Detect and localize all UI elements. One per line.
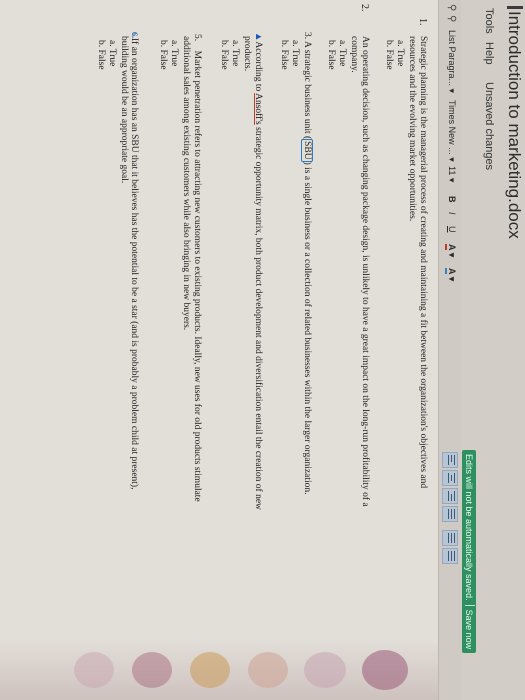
app-icon-blur: [248, 652, 288, 688]
numbered-list-button[interactable]: [442, 530, 458, 546]
question-text: If an organization has an SBU that it be…: [129, 38, 139, 490]
question-text-continued: products.: [242, 36, 252, 72]
answer-option: b. False: [326, 40, 336, 70]
answer-option: b. False: [279, 40, 289, 70]
answer-option: a. True: [290, 40, 300, 67]
chevron-down-icon: ▾: [447, 276, 457, 282]
question-6: 6.If an organization has an SBU that it …: [128, 32, 140, 652]
highlight-button[interactable]: A ▾: [445, 268, 457, 282]
font-size-dropdown[interactable]: 11 ▾: [446, 166, 457, 182]
menu-bar: Tools Help Unsaved changes: [477, 0, 499, 700]
question-5: 5. Market penetration refers to attracti…: [191, 34, 202, 654]
question-3: 3. A strategic business unit (SBU) is a …: [301, 32, 313, 652]
app-icon-blur: [362, 650, 408, 690]
question-text-continued: building would be an appropriate goal.: [119, 36, 129, 184]
question-4: ▲According to Ansoff's strategic opportu…: [252, 32, 263, 652]
question-text: A strategic business unit (: [302, 40, 312, 140]
document-page[interactable]: 1. Strategic planning is the managerial …: [0, 0, 438, 700]
question-text: Market penetration refers to attracting …: [192, 50, 202, 502]
align-right-button[interactable]: [442, 488, 458, 504]
align-center-button[interactable]: [442, 470, 458, 486]
chevron-down-icon: ▾: [447, 252, 457, 258]
question-number: 2.: [359, 4, 370, 12]
question-number: 3.: [302, 32, 312, 40]
answer-option: a. True: [395, 40, 405, 67]
answer-option: b. False: [384, 40, 394, 70]
spellcheck-flagged-word[interactable]: Ansoff's: [253, 93, 263, 125]
chevron-down-icon: ▾: [447, 157, 457, 162]
notice-divider: [465, 604, 475, 606]
style-value: List Paragra...: [447, 30, 457, 87]
answer-option: b. False: [219, 40, 229, 70]
answer-option: a. True: [230, 40, 240, 67]
unsaved-changes-label: Unsaved changes: [483, 82, 495, 171]
align-left-button[interactable]: [442, 452, 458, 468]
italic-button[interactable]: I: [447, 212, 457, 215]
question-number: 5.: [192, 34, 202, 42]
answer-option: a. True: [337, 40, 347, 67]
title-cursor-mark: [507, 6, 523, 9]
chevron-down-icon: ▾: [447, 177, 457, 183]
autosave-notice: Edits will not be automatically saved. Sa…: [462, 450, 476, 654]
question-text: strategic opportunity matrix, both produ…: [253, 124, 263, 510]
autosave-message: Edits will not be automatically saved.: [464, 454, 474, 601]
question-number: 1.: [417, 18, 428, 26]
font-size-value: 11: [447, 166, 457, 176]
app-icon-blur: [74, 652, 114, 688]
question-text: An operating decision, such as changing …: [360, 36, 370, 507]
question-text: Strategic planning is the managerial pro…: [418, 36, 428, 489]
answer-option: a. True: [169, 40, 179, 67]
text-cursor-marker: ▲: [253, 32, 263, 42]
menu-help[interactable]: Help: [483, 42, 495, 65]
style-dropdown[interactable]: List Paragra... ▾: [446, 30, 457, 93]
save-now-button[interactable]: Save now: [464, 610, 474, 650]
answer-option: b. False: [96, 40, 106, 70]
document-title-text: Introduction to marketing.docx: [505, 11, 524, 239]
question-text-continued: additional sales among existing customer…: [181, 36, 191, 331]
question-text-continued: company.: [349, 36, 359, 73]
question-text: ) is a single business or a collection o…: [302, 161, 312, 495]
question-text: According to: [253, 41, 263, 94]
screen: Introduction to marketing.docx Tools Hel…: [0, 0, 525, 700]
bulleted-list-button[interactable]: [442, 548, 458, 564]
justify-button[interactable]: [442, 506, 458, 522]
zoom-icon[interactable]: ⚲: [446, 15, 457, 22]
answer-option: a. True: [107, 40, 117, 67]
answer-option: b. False: [158, 40, 168, 70]
spellcheck-flagged-word[interactable]: SBU: [301, 139, 313, 162]
menu-tools[interactable]: Tools: [483, 8, 495, 34]
highlight-glyph: A: [445, 268, 457, 275]
bold-button[interactable]: B: [447, 196, 457, 203]
document-title[interactable]: Introduction to marketing.docx: [504, 6, 524, 239]
font-dropdown[interactable]: Times New ... ▾: [446, 100, 457, 162]
font-value: Times New ...: [447, 100, 457, 155]
underline-button[interactable]: U: [447, 226, 457, 233]
notice-bar: Edits will not be automatically saved. Sa…: [461, 0, 477, 700]
formatting-toolbar: ⚲ ⚲ List Paragra... ▾ Times New ... ▾ 11…: [438, 0, 461, 700]
text-color-button[interactable]: A ▾: [445, 244, 457, 258]
chevron-down-icon: ▾: [447, 88, 457, 94]
app-icon-blur: [304, 652, 346, 688]
question-text-continued: resources and the evolving market opport…: [407, 36, 417, 222]
title-bar: Introduction to marketing.docx: [499, 0, 525, 700]
app-icon-blur: [132, 652, 172, 688]
app-icon-blur: [190, 652, 230, 688]
search-icon[interactable]: ⚲: [446, 4, 457, 11]
text-color-glyph: A: [445, 244, 457, 251]
